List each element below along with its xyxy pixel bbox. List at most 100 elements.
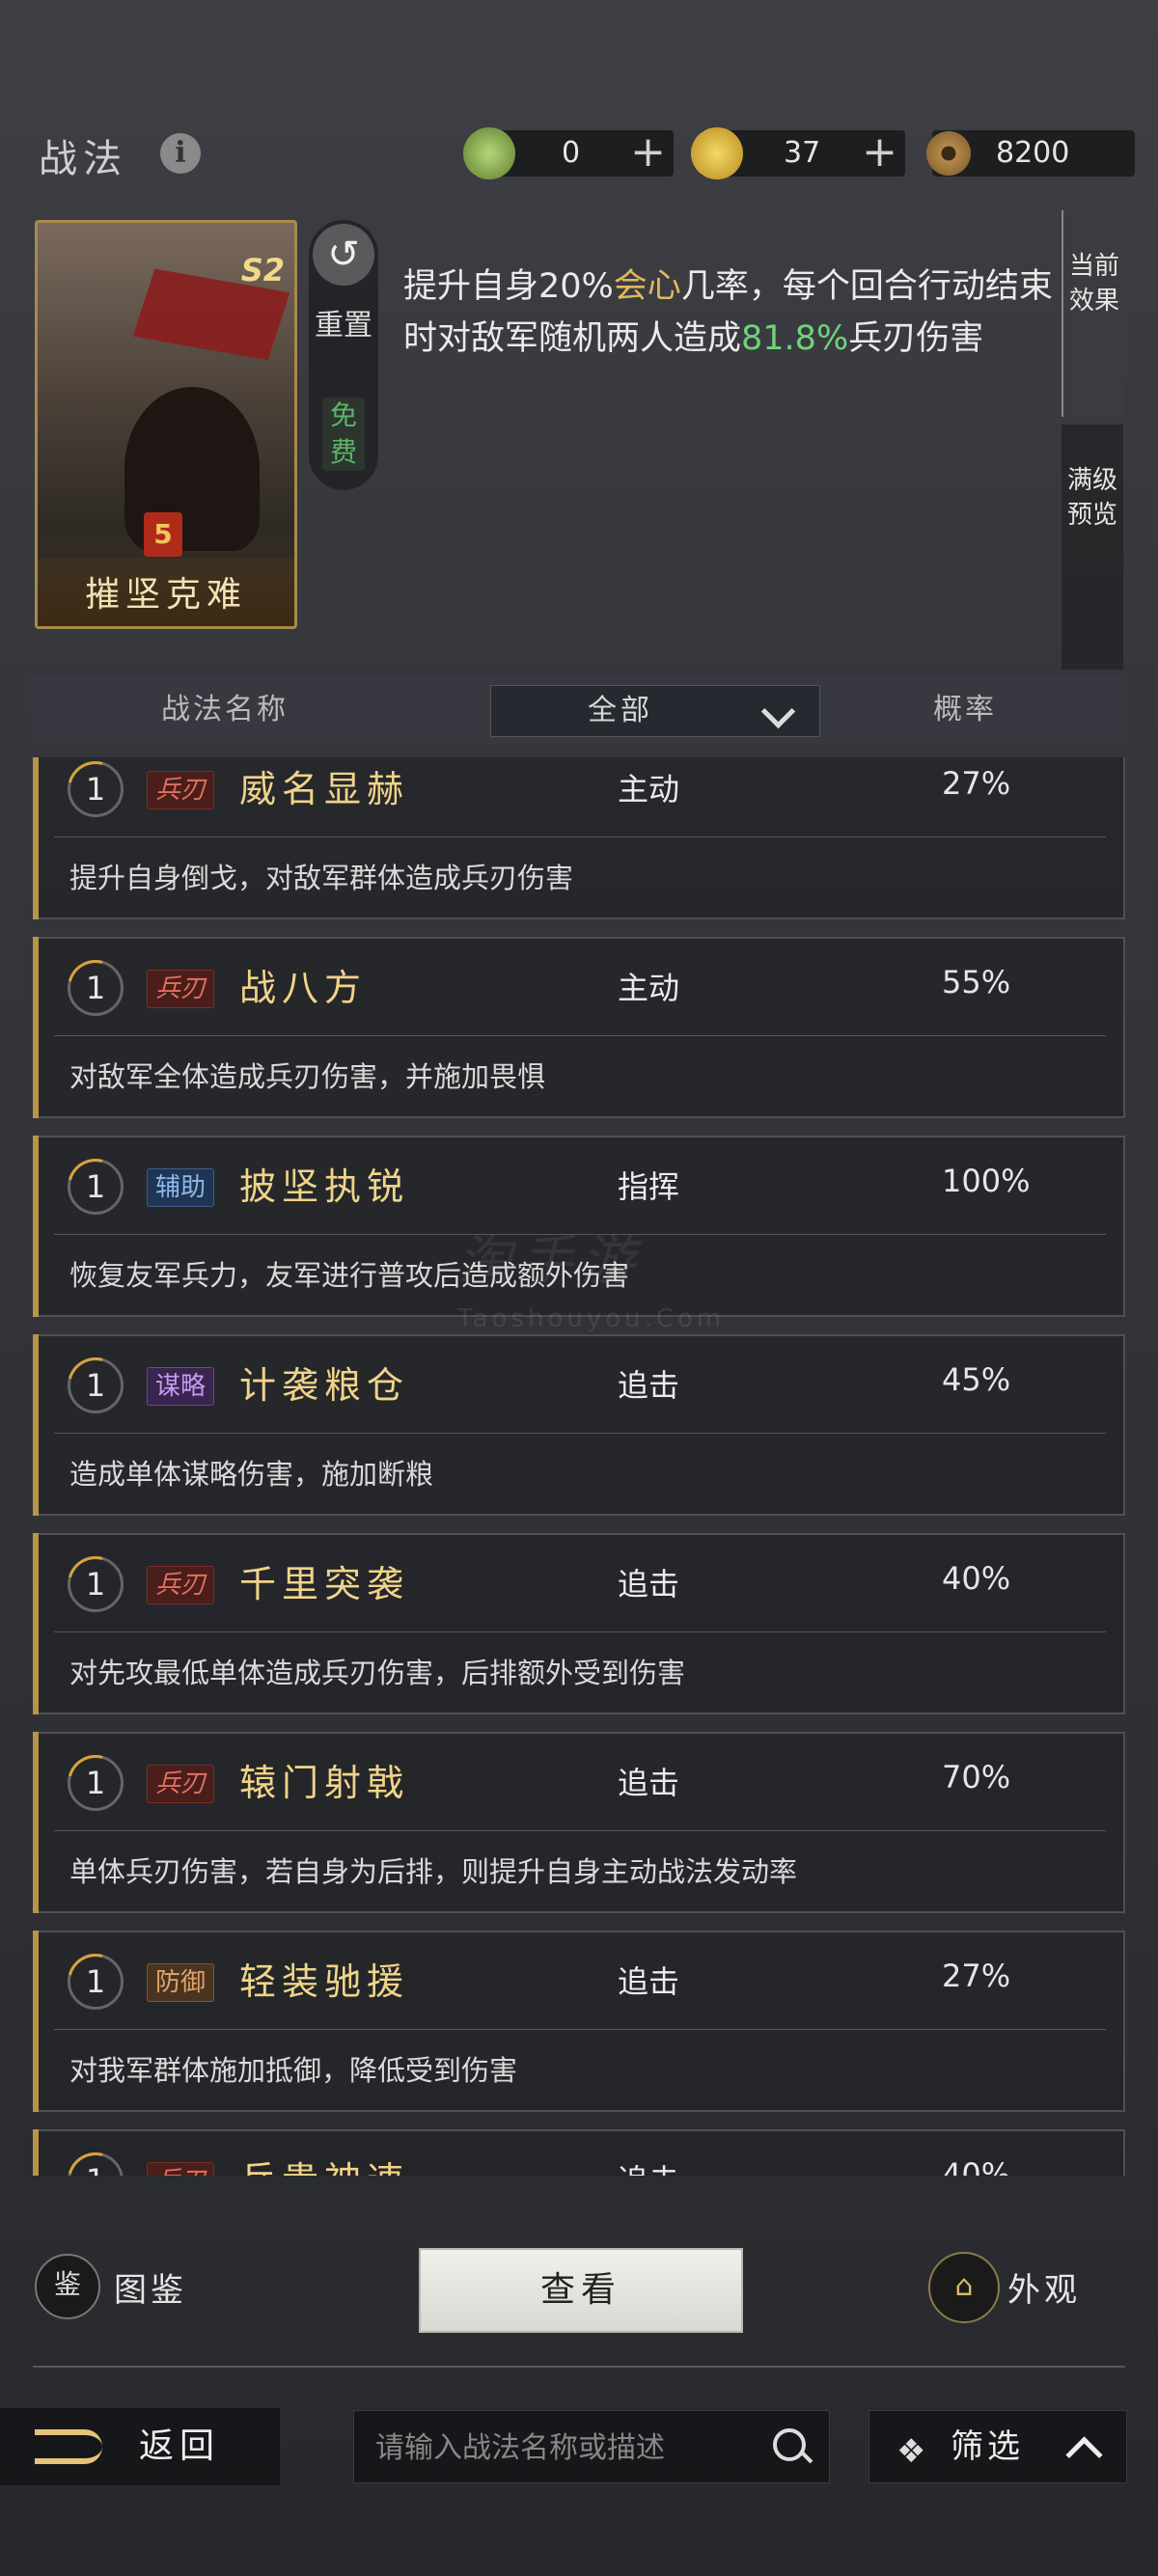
- filter-button[interactable]: ❖ 筛选: [868, 2410, 1127, 2483]
- filter-label: 筛选: [951, 2427, 1024, 2466]
- row-divider: [54, 1830, 1106, 1831]
- filter-icon: ❖: [896, 2432, 926, 2471]
- codex-icon[interactable]: 鉴: [35, 2254, 100, 2319]
- skill-description: 对先攻最低单体造成兵刃伤害，后排额外受到伤害: [69, 1657, 686, 1689]
- type-filter-value: 全部: [588, 694, 653, 727]
- skill-row[interactable]: 1 兵刃 兵贵神速 追击 40%: [33, 2129, 1125, 2176]
- skill-rate: 55%: [942, 964, 1011, 1000]
- season-badge: S2: [240, 252, 285, 288]
- skill-name: 计袭粮仓: [239, 1364, 410, 1407]
- skill-rate: 100%: [942, 1163, 1031, 1199]
- row-divider: [54, 836, 1106, 837]
- skill-row[interactable]: 1 兵刃 辕门射戟 追击 70% 单体兵刃伤害，若自身为后排，则提升自身主动战法发动率: [33, 1732, 1125, 1913]
- skill-category: 追击: [618, 1963, 680, 2000]
- skill-type-tag: 兵刃: [147, 1765, 215, 1803]
- search-icon[interactable]: [773, 2428, 806, 2461]
- skill-rate: 70%: [942, 1759, 1011, 1795]
- hero-card[interactable]: S2 5 摧坚克难: [35, 220, 297, 629]
- skill-type-tag: 兵刃: [147, 1566, 215, 1604]
- currency-copper: 8200: [926, 130, 1135, 177]
- search-input[interactable]: [373, 2411, 763, 2484]
- back-arrow-icon: [35, 2429, 102, 2464]
- appearance-icon[interactable]: ⌂: [928, 2252, 1000, 2323]
- skill-level-badge: 1: [68, 2152, 124, 2176]
- skill-level-badge: 1: [68, 1954, 124, 2010]
- back-button[interactable]: 返回: [0, 2408, 280, 2485]
- skill-description: 单体兵刃伤害，若自身为后排，则提升自身主动战法发动率: [69, 1855, 798, 1888]
- skill-name: 辕门射戟: [239, 1762, 410, 1804]
- skill-description: 对敌军全体造成兵刃伤害，并施加畏惧: [69, 1060, 546, 1093]
- type-filter-dropdown[interactable]: 全部: [490, 685, 820, 737]
- copper-coin-icon: [926, 131, 971, 176]
- skill-category: 追击: [618, 1367, 680, 1404]
- row-divider: [54, 2029, 1106, 2030]
- skill-level-badge: 1: [68, 1159, 124, 1215]
- page-title: 战法: [39, 137, 127, 181]
- skill-name: 威名显赫: [239, 768, 410, 810]
- skill-category: 追击: [618, 2156, 679, 2176]
- skill-rate: 40%: [942, 1560, 1011, 1597]
- row-divider: [54, 1035, 1106, 1036]
- currency-jade: 0 +: [463, 127, 674, 179]
- skill-row[interactable]: 1 谋略 计袭粮仓 追击 45% 造成单体谋略伤害，施加断粮: [33, 1334, 1125, 1516]
- effect-text-3: 兵刃伤害: [848, 319, 984, 358]
- skill-level-badge: 1: [68, 1357, 124, 1413]
- skill-type-tag: 兵刃: [147, 970, 215, 1008]
- appearance-button-label[interactable]: 外观: [1007, 2263, 1081, 2311]
- effect-text-1: 提升自身20%: [403, 267, 614, 306]
- skill-rate: 27%: [942, 765, 1011, 802]
- free-label: 免费: [322, 397, 365, 471]
- watermark-sub: Taoshouyou.Com: [457, 1304, 726, 1333]
- gold-coin-icon: [691, 127, 743, 179]
- reset-button[interactable]: ↺ 重置 免费: [309, 220, 378, 490]
- reset-icon[interactable]: ↺: [313, 224, 374, 286]
- skill-level-badge: 1: [68, 1755, 124, 1811]
- info-icon[interactable]: i: [160, 133, 201, 174]
- currency-copper-value: 8200: [996, 136, 1070, 170]
- currency-gold-value: 37: [784, 136, 821, 170]
- skill-level-badge: 1: [68, 761, 124, 817]
- skill-name: 披坚执锐: [239, 1165, 410, 1208]
- skill-category: 主动: [618, 970, 680, 1006]
- view-button[interactable]: 查看: [419, 2248, 743, 2333]
- tab-current-effect[interactable]: 当前效果: [1062, 210, 1125, 417]
- skill-name: 战八方: [239, 967, 368, 1009]
- skill-row[interactable]: 1 兵刃 威名显赫 主动 27% 提升自身倒戈，对敌军群体造成兵刃伤害: [33, 757, 1125, 919]
- add-gold-button[interactable]: +: [862, 130, 897, 177]
- skill-list[interactable]: 1 兵刃 威名显赫 主动 27% 提升自身倒戈，对敌军群体造成兵刃伤害 1 兵刃 战八方 主动 55…: [33, 757, 1125, 2176]
- codex-button-label[interactable]: 图鉴: [114, 2263, 187, 2311]
- column-header-rate: 概率: [933, 693, 997, 726]
- reset-label: 重置: [315, 309, 372, 343]
- skill-row[interactable]: 1 兵刃 战八方 主动 55% 对敌军全体造成兵刃伤害，并施加畏惧: [33, 937, 1125, 1118]
- skill-type-tag: 谋略: [147, 1367, 215, 1406]
- effect-description: 提升自身20%会心几率，每个回合行动结束时对敌军随机两人造成81.8%兵刃伤害: [403, 260, 1069, 365]
- row-divider: [54, 1433, 1106, 1434]
- rank-badge: 5: [144, 512, 182, 557]
- currency-jade-value: 0: [562, 136, 581, 170]
- skill-category: 主动: [618, 771, 680, 808]
- skill-description: 造成单体谋略伤害，施加断粮: [69, 1458, 434, 1491]
- skill-rate: 40%: [942, 2156, 1011, 2176]
- divider: [33, 2366, 1125, 2368]
- skill-row[interactable]: 1 兵刃 千里突袭 追击 40% 对先攻最低单体造成兵刃伤害，后排额外受到伤害: [33, 1533, 1125, 1714]
- add-jade-button[interactable]: +: [630, 130, 666, 177]
- skill-description: 对我军群体施加抵御，降低受到伤害: [69, 2054, 518, 2087]
- skill-category: 指挥: [618, 1168, 680, 1205]
- column-header-name: 战法名称: [161, 693, 289, 726]
- search-box[interactable]: [353, 2410, 830, 2484]
- skill-description: 提升自身倒戈，对敌军群体造成兵刃伤害: [69, 862, 574, 894]
- skill-type-tag: 辅助: [147, 1168, 215, 1207]
- skill-category: 追击: [618, 1566, 680, 1603]
- skill-name: 兵贵神速: [239, 2151, 409, 2176]
- skill-rate: 45%: [942, 1361, 1011, 1398]
- skill-rate: 27%: [942, 1958, 1011, 1994]
- watermark: 淘手游: [457, 1230, 643, 1293]
- tab-max-level-preview[interactable]: 满级预览: [1062, 425, 1123, 670]
- effect-highlight-crit: 会心: [613, 267, 681, 306]
- skill-card-name: 摧坚克难: [84, 575, 247, 615]
- skill-type-tag: 防御: [147, 1963, 215, 2002]
- skill-row[interactable]: 1 防御 轻装驰援 追击 27% 对我军群体施加抵御，降低受到伤害: [33, 1931, 1125, 2112]
- effect-highlight-percent: 81.8%: [741, 319, 849, 358]
- skill-name: 轻装驰援: [239, 1960, 410, 2003]
- skill-type-tag: 兵刃: [147, 2162, 215, 2176]
